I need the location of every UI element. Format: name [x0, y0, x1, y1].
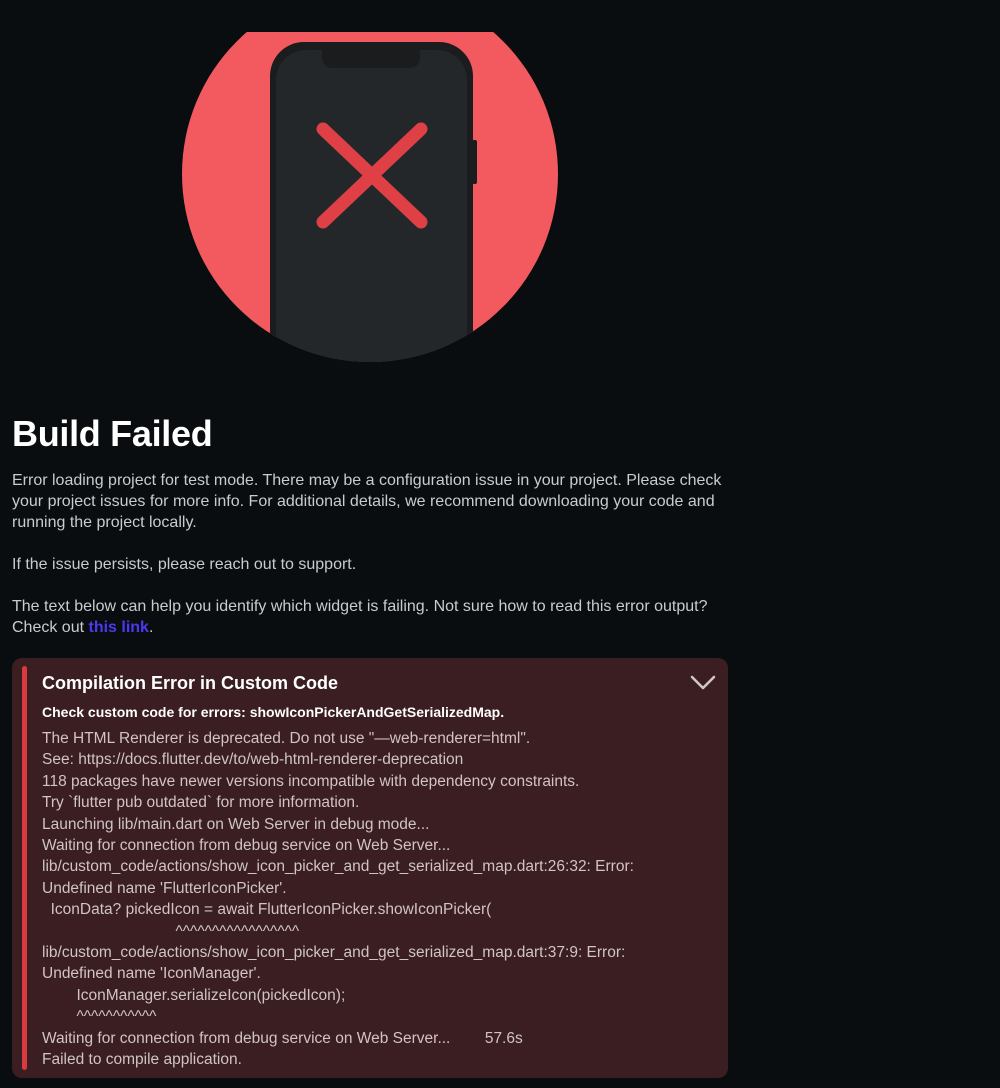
log-line: lib/custom_code/actions/show_icon_picker…: [42, 944, 626, 962]
log-line: Undefined name 'FlutterIconPicker'.: [42, 879, 287, 897]
log-line: Try `flutter pub outdated` for more info…: [42, 794, 360, 812]
chevron-down-icon[interactable]: [688, 670, 718, 694]
phone-side-button: [472, 140, 477, 184]
log-line: IconManager.serializeIcon(pickedIcon);: [42, 986, 346, 1004]
log-line: See: https://docs.flutter.dev/to/web-htm…: [42, 751, 464, 769]
log-line: lib/custom_code/actions/show_icon_picker…: [42, 858, 634, 876]
log-line: Waiting for connection from debug servic…: [42, 837, 451, 855]
error-accent-bar: [22, 666, 27, 1070]
error-subtitle: Check custom code for errors: showIconPi…: [42, 704, 505, 720]
error-log: The HTML Renderer is deprecated. Do not …: [42, 728, 712, 1071]
log-line: The HTML Renderer is deprecated. Do not …: [42, 730, 531, 747]
error-panel: Compilation Error in Custom Code Check c…: [12, 658, 728, 1078]
log-line: Waiting for connection from debug servic…: [42, 1029, 523, 1047]
log-line: IconData? pickedIcon = await FlutterIcon…: [42, 901, 492, 919]
log-line: Launching lib/main.dart on Web Server in…: [42, 815, 430, 833]
help-link[interactable]: this link: [88, 619, 148, 636]
log-line: 118 packages have newer versions incompa…: [42, 772, 580, 790]
help-paragraph: The text below can help you identify whi…: [12, 596, 732, 638]
phone-error-icon: [180, 0, 560, 362]
error-title: Compilation Error in Custom Code: [42, 673, 339, 693]
phone-notch: [322, 42, 420, 68]
log-line: ^^^^^^^^^^^^^^^^^: [42, 922, 300, 940]
help-text-suffix: .: [148, 619, 154, 636]
error-body: Compilation Error in Custom Code Check c…: [42, 670, 712, 1071]
support-paragraph: If the issue persists, please reach out …: [12, 556, 357, 573]
intro-paragraph: Error loading project for test mode. The…: [12, 472, 722, 531]
build-failed-page: Build Failed Error loading project for t…: [0, 0, 1000, 1088]
content-section: Build Failed Error loading project for t…: [12, 410, 732, 638]
log-line: Failed to compile application.: [42, 1051, 242, 1069]
page-title: Build Failed: [12, 413, 213, 454]
log-line: ^^^^^^^^^^^: [42, 1008, 157, 1026]
log-line: Undefined name 'IconManager'.: [42, 965, 261, 983]
